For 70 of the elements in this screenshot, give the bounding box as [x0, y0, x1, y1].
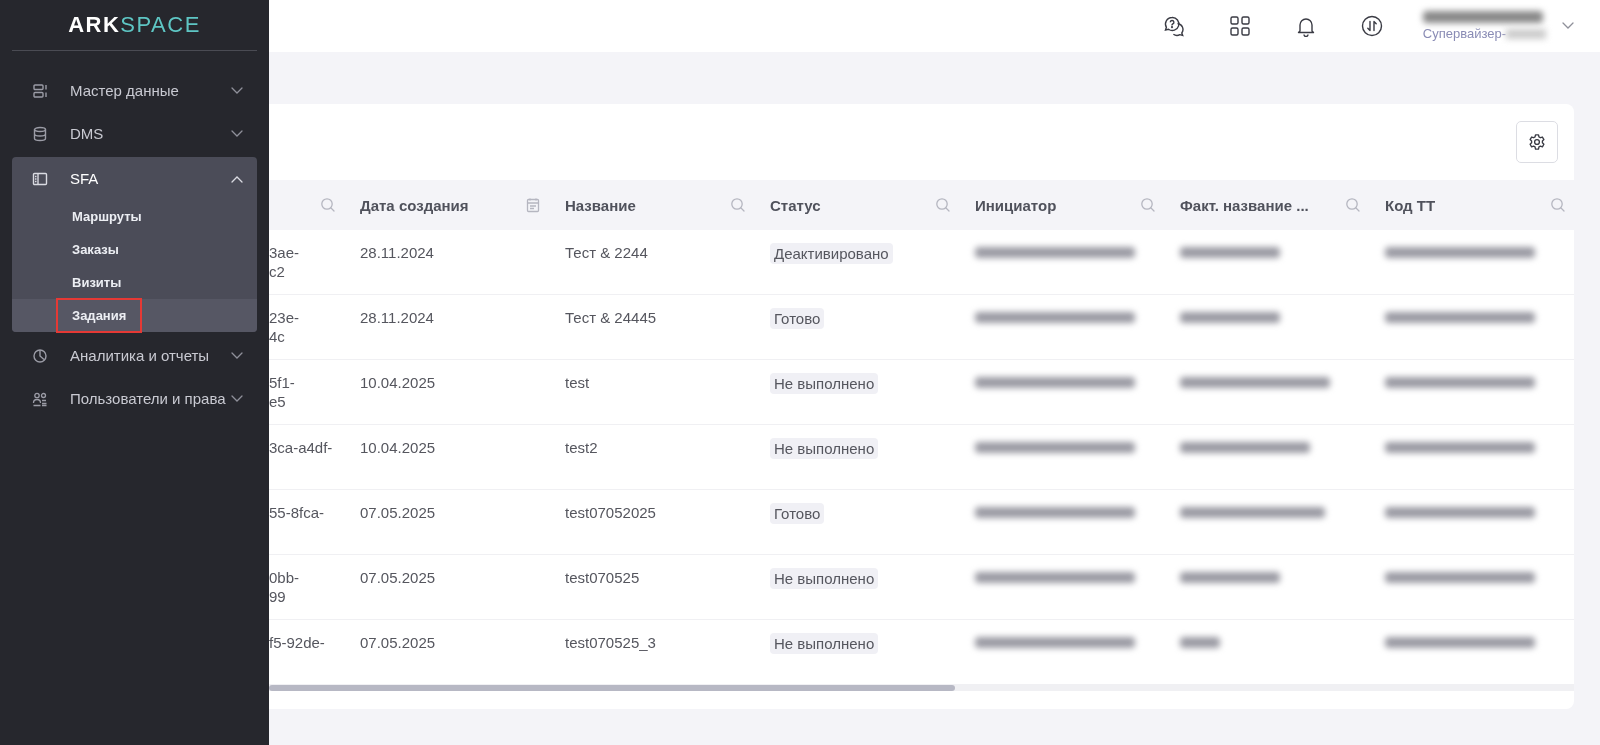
- table-cell: test070525_3: [565, 633, 656, 652]
- column-header: Название: [549, 180, 754, 230]
- table-cell: Тест & 2244: [565, 243, 648, 262]
- column-header: Статус: [754, 180, 959, 230]
- pie-chart-icon: [32, 347, 48, 364]
- sidebar-panel-icon: [32, 170, 48, 187]
- table-cell-text: 55-8fca-: [269, 503, 326, 522]
- submenu-item[interactable]: Визиты: [56, 265, 138, 300]
- table-cell-text: 23e-: [269, 308, 301, 327]
- status-tag: Готово: [770, 308, 825, 329]
- table-cell: 07.05.2025: [360, 633, 436, 652]
- sidebar-item[interactable]: DMS: [12, 112, 257, 155]
- table-cell-text: 3ca-a4df-: [269, 438, 334, 457]
- table-cell-text: 0bb-: [269, 568, 301, 587]
- status-tag: Деактивировано: [770, 243, 893, 264]
- table-cell-text: f5-92de-: [269, 633, 326, 652]
- status-tag: Не выполнено: [770, 633, 879, 654]
- table-cell-text: 4c: [269, 327, 286, 346]
- table-cell: 10.04.2025: [360, 373, 436, 392]
- logo: ARKSPACE: [68, 12, 201, 38]
- sidebar-item[interactable]: SFA: [12, 157, 257, 200]
- status-tag: Не выполнено: [770, 438, 879, 459]
- sidebar-item[interactable]: Аналитика и отчеты: [12, 334, 257, 377]
- status-tag: Не выполнено: [770, 568, 879, 589]
- table-cell-text: c2: [269, 262, 286, 281]
- sync-icon[interactable]: [1360, 15, 1383, 37]
- search-icon[interactable]: [320, 197, 336, 213]
- sidebar-item[interactable]: Пользователи и права: [12, 377, 257, 420]
- search-icon[interactable]: [935, 197, 951, 213]
- blurred-text: [1506, 28, 1546, 39]
- settings-button[interactable]: [1516, 121, 1558, 163]
- column-header: Факт. название ...: [1164, 180, 1369, 230]
- database-icon: [32, 125, 48, 142]
- blurred-text: [1180, 637, 1220, 648]
- table-cell-text: 99: [269, 587, 287, 606]
- gear-icon: [1528, 133, 1546, 151]
- submenu-item[interactable]: Маршруты: [56, 199, 158, 234]
- table-cell: 07.05.2025: [360, 503, 436, 522]
- table-cell: 28.11.2024: [360, 308, 434, 327]
- chevron-down-icon: [1562, 22, 1574, 30]
- user-role: Супервайзер-: [1422, 26, 1506, 41]
- submenu-item[interactable]: Задания: [56, 298, 143, 333]
- calendar-icon[interactable]: [525, 197, 541, 213]
- table-cell: test070525: [565, 568, 640, 587]
- sidebar-item[interactable]: Мастер данные: [12, 69, 257, 112]
- search-icon[interactable]: [1140, 197, 1156, 213]
- apps-icon[interactable]: [1228, 15, 1251, 37]
- submenu-item[interactable]: Заказы: [56, 232, 135, 267]
- scrollbar[interactable]: [269, 685, 1574, 691]
- search-icon[interactable]: [730, 197, 746, 213]
- table-cell: 07.05.2025: [360, 568, 436, 587]
- table-cell: test2: [565, 438, 598, 457]
- table-cell-text: 5f1-: [269, 373, 296, 392]
- table-cell: 10.04.2025: [360, 438, 436, 457]
- search-icon[interactable]: [1550, 197, 1566, 213]
- table-cell: Тест & 24445: [565, 308, 657, 327]
- search-icon[interactable]: [1345, 197, 1361, 213]
- status-tag: Готово: [770, 503, 825, 524]
- users-icon: [32, 390, 48, 407]
- server-icon: [32, 82, 48, 99]
- column-header: Инициатор: [959, 180, 1164, 230]
- status-tag: Не выполнено: [770, 373, 879, 394]
- table-cell: test07052025: [565, 503, 656, 522]
- table-cell: test: [565, 373, 590, 392]
- help-chat-icon[interactable]: [1162, 15, 1185, 37]
- column-header: Дата создания: [344, 180, 549, 230]
- table-cell-text: e5: [269, 392, 287, 411]
- table-cell: 28.11.2024: [360, 243, 434, 262]
- column-header: Код ТТ: [1369, 180, 1574, 230]
- table-cell-text: 3ae-: [269, 243, 301, 262]
